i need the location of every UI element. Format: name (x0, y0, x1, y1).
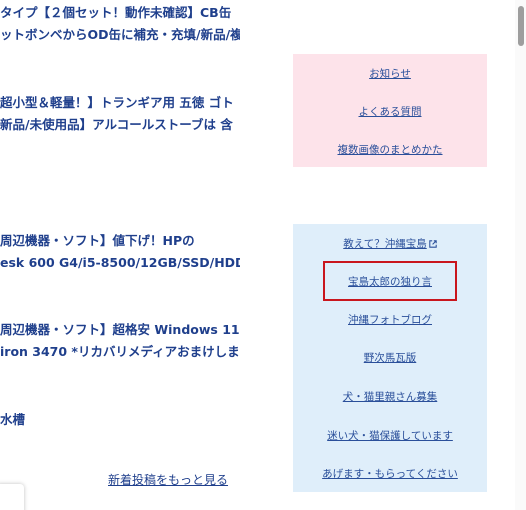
scrollbar-track[interactable] (515, 0, 526, 510)
post-title-line[interactable]: タイプ【２個セット！動作未確認】CB缶 (0, 2, 240, 24)
post-title-line[interactable]: 水槽 (0, 409, 240, 431)
post-title-line[interactable]: 周辺機器・ソフト】超格安 Windows 11フ (0, 319, 240, 341)
more-posts-link[interactable]: 新着投稿をもっと見る (108, 471, 228, 488)
sidebar-link-multi-images[interactable]: 複数画像のまとめかた (293, 142, 487, 157)
post-title[interactable]: 周辺機器・ソフト】超格安 Windows 11フ iron 3470 *リカバリ… (0, 319, 240, 363)
external-link-icon (429, 240, 437, 248)
post-title-line[interactable]: ットボンベからOD缶に補充・充填/新品/複 (0, 24, 240, 46)
sidebar-link-oshiete[interactable]: 教えて？沖縄宝島 (293, 236, 487, 251)
sidebar-link-yajiuma[interactable]: 野次馬瓦版 (293, 350, 487, 365)
post-title-line[interactable]: 新品/未使用品】アルコールストーブは 含 (0, 114, 240, 136)
sidebar-link-lost-pets[interactable]: 迷い犬・猫保護しています (293, 428, 487, 443)
post-title-line[interactable]: 周辺機器・ソフト】値下げ！HPの (0, 230, 240, 252)
scrollbar-thumb[interactable] (518, 6, 524, 46)
floating-card (0, 484, 24, 510)
post-title-line[interactable]: 超小型＆軽量！】トランギア用 五徳 ゴト (0, 92, 240, 114)
sidebar-link-giveaway[interactable]: あげます・もらってください (293, 466, 487, 481)
post-title[interactable]: 水槽 (0, 409, 240, 431)
post-title[interactable]: 超小型＆軽量！】トランギア用 五徳 ゴト 新品/未使用品】アルコールストーブは … (0, 92, 240, 136)
sidebar-link-label[interactable]: 教えて？沖縄宝島 (343, 238, 426, 250)
post-title-line[interactable]: iron 3470 *リカバリメディアおまけしま (0, 341, 240, 363)
sidebar-link-faq[interactable]: よくある質問 (293, 104, 487, 119)
page: タイプ【２個セット！動作未確認】CB缶 ットボンベからOD缶に補充・充填/新品/… (0, 0, 526, 510)
sidebar-link-photo-blog[interactable]: 沖縄フォトブログ (293, 312, 487, 327)
post-title-line[interactable]: esk 600 G4/i5-8500/12GB/SSD/HDD (0, 252, 240, 274)
post-title[interactable]: 周辺機器・ソフト】値下げ！HPの esk 600 G4/i5-8500/12GB… (0, 230, 240, 274)
post-title[interactable]: タイプ【２個セット！動作未確認】CB缶 ットボンベからOD缶に補充・充填/新品/… (0, 2, 240, 46)
highlight-box (323, 261, 457, 301)
sidebar-link-news[interactable]: お知らせ (293, 66, 487, 81)
sidebar-link-foster[interactable]: 犬・猫里親さん募集 (293, 389, 487, 404)
sidebar-info-panel: お知らせ よくある質問 複数画像のまとめかた (293, 54, 487, 167)
